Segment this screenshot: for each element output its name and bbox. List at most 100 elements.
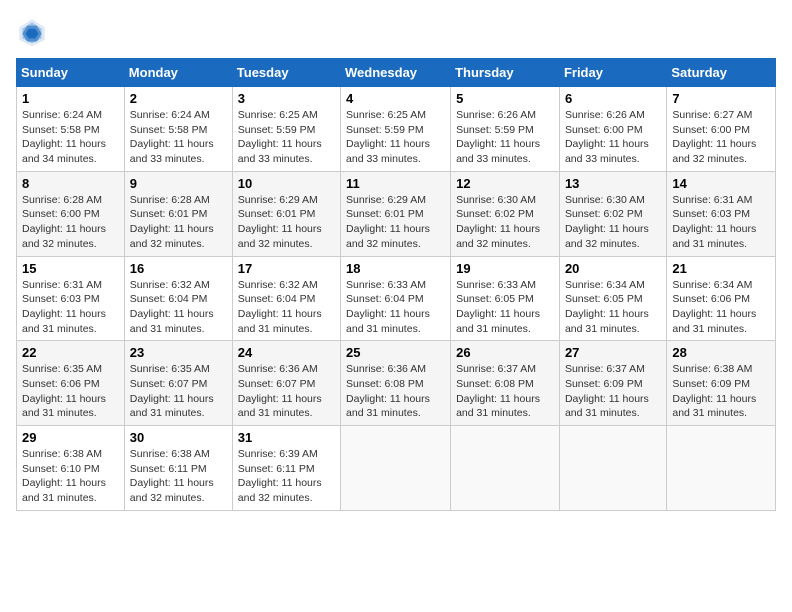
day-info: Sunrise: 6:34 AM Sunset: 6:06 PM Dayligh… — [672, 278, 770, 337]
calendar-cell: 27 Sunrise: 6:37 AM Sunset: 6:09 PM Dayl… — [559, 341, 666, 426]
calendar-cell: 21 Sunrise: 6:34 AM Sunset: 6:06 PM Dayl… — [667, 256, 776, 341]
day-number: 3 — [238, 91, 335, 106]
calendar-header-thursday: Thursday — [451, 59, 560, 87]
calendar-header-monday: Monday — [124, 59, 232, 87]
day-info: Sunrise: 6:38 AM Sunset: 6:09 PM Dayligh… — [672, 362, 770, 421]
day-number: 17 — [238, 261, 335, 276]
calendar-cell: 11 Sunrise: 6:29 AM Sunset: 6:01 PM Dayl… — [341, 171, 451, 256]
day-number: 2 — [130, 91, 227, 106]
day-info: Sunrise: 6:37 AM Sunset: 6:08 PM Dayligh… — [456, 362, 554, 421]
calendar-cell — [341, 426, 451, 511]
calendar-week-row: 29 Sunrise: 6:38 AM Sunset: 6:10 PM Dayl… — [17, 426, 776, 511]
day-info: Sunrise: 6:36 AM Sunset: 6:08 PM Dayligh… — [346, 362, 445, 421]
day-info: Sunrise: 6:35 AM Sunset: 6:06 PM Dayligh… — [22, 362, 119, 421]
day-number: 5 — [456, 91, 554, 106]
day-number: 24 — [238, 345, 335, 360]
day-number: 22 — [22, 345, 119, 360]
calendar-cell: 23 Sunrise: 6:35 AM Sunset: 6:07 PM Dayl… — [124, 341, 232, 426]
day-info: Sunrise: 6:32 AM Sunset: 6:04 PM Dayligh… — [238, 278, 335, 337]
calendar-cell: 6 Sunrise: 6:26 AM Sunset: 6:00 PM Dayli… — [559, 87, 666, 172]
calendar-cell: 5 Sunrise: 6:26 AM Sunset: 5:59 PM Dayli… — [451, 87, 560, 172]
day-info: Sunrise: 6:31 AM Sunset: 6:03 PM Dayligh… — [22, 278, 119, 337]
day-info: Sunrise: 6:28 AM Sunset: 6:00 PM Dayligh… — [22, 193, 119, 252]
calendar-cell: 10 Sunrise: 6:29 AM Sunset: 6:01 PM Dayl… — [232, 171, 340, 256]
calendar-header-wednesday: Wednesday — [341, 59, 451, 87]
calendar-week-row: 22 Sunrise: 6:35 AM Sunset: 6:06 PM Dayl… — [17, 341, 776, 426]
calendar-cell: 9 Sunrise: 6:28 AM Sunset: 6:01 PM Dayli… — [124, 171, 232, 256]
calendar-cell: 12 Sunrise: 6:30 AM Sunset: 6:02 PM Dayl… — [451, 171, 560, 256]
day-number: 1 — [22, 91, 119, 106]
day-info: Sunrise: 6:30 AM Sunset: 6:02 PM Dayligh… — [565, 193, 661, 252]
day-info: Sunrise: 6:26 AM Sunset: 5:59 PM Dayligh… — [456, 108, 554, 167]
calendar-header-saturday: Saturday — [667, 59, 776, 87]
calendar-cell: 17 Sunrise: 6:32 AM Sunset: 6:04 PM Dayl… — [232, 256, 340, 341]
day-number: 7 — [672, 91, 770, 106]
calendar-table: SundayMondayTuesdayWednesdayThursdayFrid… — [16, 58, 776, 511]
day-number: 11 — [346, 176, 445, 191]
calendar-week-row: 8 Sunrise: 6:28 AM Sunset: 6:00 PM Dayli… — [17, 171, 776, 256]
day-number: 10 — [238, 176, 335, 191]
calendar-cell — [667, 426, 776, 511]
day-number: 26 — [456, 345, 554, 360]
day-info: Sunrise: 6:33 AM Sunset: 6:05 PM Dayligh… — [456, 278, 554, 337]
day-info: Sunrise: 6:27 AM Sunset: 6:00 PM Dayligh… — [672, 108, 770, 167]
calendar-header-row: SundayMondayTuesdayWednesdayThursdayFrid… — [17, 59, 776, 87]
day-info: Sunrise: 6:33 AM Sunset: 6:04 PM Dayligh… — [346, 278, 445, 337]
day-info: Sunrise: 6:39 AM Sunset: 6:11 PM Dayligh… — [238, 447, 335, 506]
day-number: 21 — [672, 261, 770, 276]
day-info: Sunrise: 6:37 AM Sunset: 6:09 PM Dayligh… — [565, 362, 661, 421]
day-info: Sunrise: 6:38 AM Sunset: 6:11 PM Dayligh… — [130, 447, 227, 506]
calendar-cell: 24 Sunrise: 6:36 AM Sunset: 6:07 PM Dayl… — [232, 341, 340, 426]
day-info: Sunrise: 6:24 AM Sunset: 5:58 PM Dayligh… — [22, 108, 119, 167]
calendar-cell: 20 Sunrise: 6:34 AM Sunset: 6:05 PM Dayl… — [559, 256, 666, 341]
day-number: 6 — [565, 91, 661, 106]
calendar-cell: 3 Sunrise: 6:25 AM Sunset: 5:59 PM Dayli… — [232, 87, 340, 172]
day-number: 13 — [565, 176, 661, 191]
calendar-cell: 18 Sunrise: 6:33 AM Sunset: 6:04 PM Dayl… — [341, 256, 451, 341]
calendar-week-row: 15 Sunrise: 6:31 AM Sunset: 6:03 PM Dayl… — [17, 256, 776, 341]
day-info: Sunrise: 6:29 AM Sunset: 6:01 PM Dayligh… — [238, 193, 335, 252]
day-number: 25 — [346, 345, 445, 360]
calendar-cell: 2 Sunrise: 6:24 AM Sunset: 5:58 PM Dayli… — [124, 87, 232, 172]
calendar-cell: 16 Sunrise: 6:32 AM Sunset: 6:04 PM Dayl… — [124, 256, 232, 341]
day-number: 19 — [456, 261, 554, 276]
calendar-cell — [451, 426, 560, 511]
day-number: 8 — [22, 176, 119, 191]
day-info: Sunrise: 6:30 AM Sunset: 6:02 PM Dayligh… — [456, 193, 554, 252]
calendar-cell: 30 Sunrise: 6:38 AM Sunset: 6:11 PM Dayl… — [124, 426, 232, 511]
calendar-cell: 8 Sunrise: 6:28 AM Sunset: 6:00 PM Dayli… — [17, 171, 125, 256]
page-header — [16, 16, 776, 48]
day-number: 15 — [22, 261, 119, 276]
logo-icon — [16, 16, 48, 48]
day-number: 28 — [672, 345, 770, 360]
day-number: 14 — [672, 176, 770, 191]
calendar-cell: 28 Sunrise: 6:38 AM Sunset: 6:09 PM Dayl… — [667, 341, 776, 426]
calendar-cell: 13 Sunrise: 6:30 AM Sunset: 6:02 PM Dayl… — [559, 171, 666, 256]
day-info: Sunrise: 6:35 AM Sunset: 6:07 PM Dayligh… — [130, 362, 227, 421]
calendar-cell: 14 Sunrise: 6:31 AM Sunset: 6:03 PM Dayl… — [667, 171, 776, 256]
day-info: Sunrise: 6:34 AM Sunset: 6:05 PM Dayligh… — [565, 278, 661, 337]
calendar-cell: 29 Sunrise: 6:38 AM Sunset: 6:10 PM Dayl… — [17, 426, 125, 511]
calendar-week-row: 1 Sunrise: 6:24 AM Sunset: 5:58 PM Dayli… — [17, 87, 776, 172]
calendar-cell: 19 Sunrise: 6:33 AM Sunset: 6:05 PM Dayl… — [451, 256, 560, 341]
calendar-cell: 26 Sunrise: 6:37 AM Sunset: 6:08 PM Dayl… — [451, 341, 560, 426]
day-info: Sunrise: 6:31 AM Sunset: 6:03 PM Dayligh… — [672, 193, 770, 252]
day-number: 16 — [130, 261, 227, 276]
calendar-cell: 1 Sunrise: 6:24 AM Sunset: 5:58 PM Dayli… — [17, 87, 125, 172]
calendar-header-tuesday: Tuesday — [232, 59, 340, 87]
day-number: 30 — [130, 430, 227, 445]
calendar-header-sunday: Sunday — [17, 59, 125, 87]
calendar-cell: 15 Sunrise: 6:31 AM Sunset: 6:03 PM Dayl… — [17, 256, 125, 341]
day-info: Sunrise: 6:36 AM Sunset: 6:07 PM Dayligh… — [238, 362, 335, 421]
day-number: 31 — [238, 430, 335, 445]
day-info: Sunrise: 6:25 AM Sunset: 5:59 PM Dayligh… — [346, 108, 445, 167]
day-number: 27 — [565, 345, 661, 360]
day-info: Sunrise: 6:28 AM Sunset: 6:01 PM Dayligh… — [130, 193, 227, 252]
day-info: Sunrise: 6:24 AM Sunset: 5:58 PM Dayligh… — [130, 108, 227, 167]
day-number: 9 — [130, 176, 227, 191]
day-info: Sunrise: 6:32 AM Sunset: 6:04 PM Dayligh… — [130, 278, 227, 337]
day-number: 23 — [130, 345, 227, 360]
day-number: 12 — [456, 176, 554, 191]
logo[interactable] — [16, 16, 52, 48]
calendar-cell — [559, 426, 666, 511]
